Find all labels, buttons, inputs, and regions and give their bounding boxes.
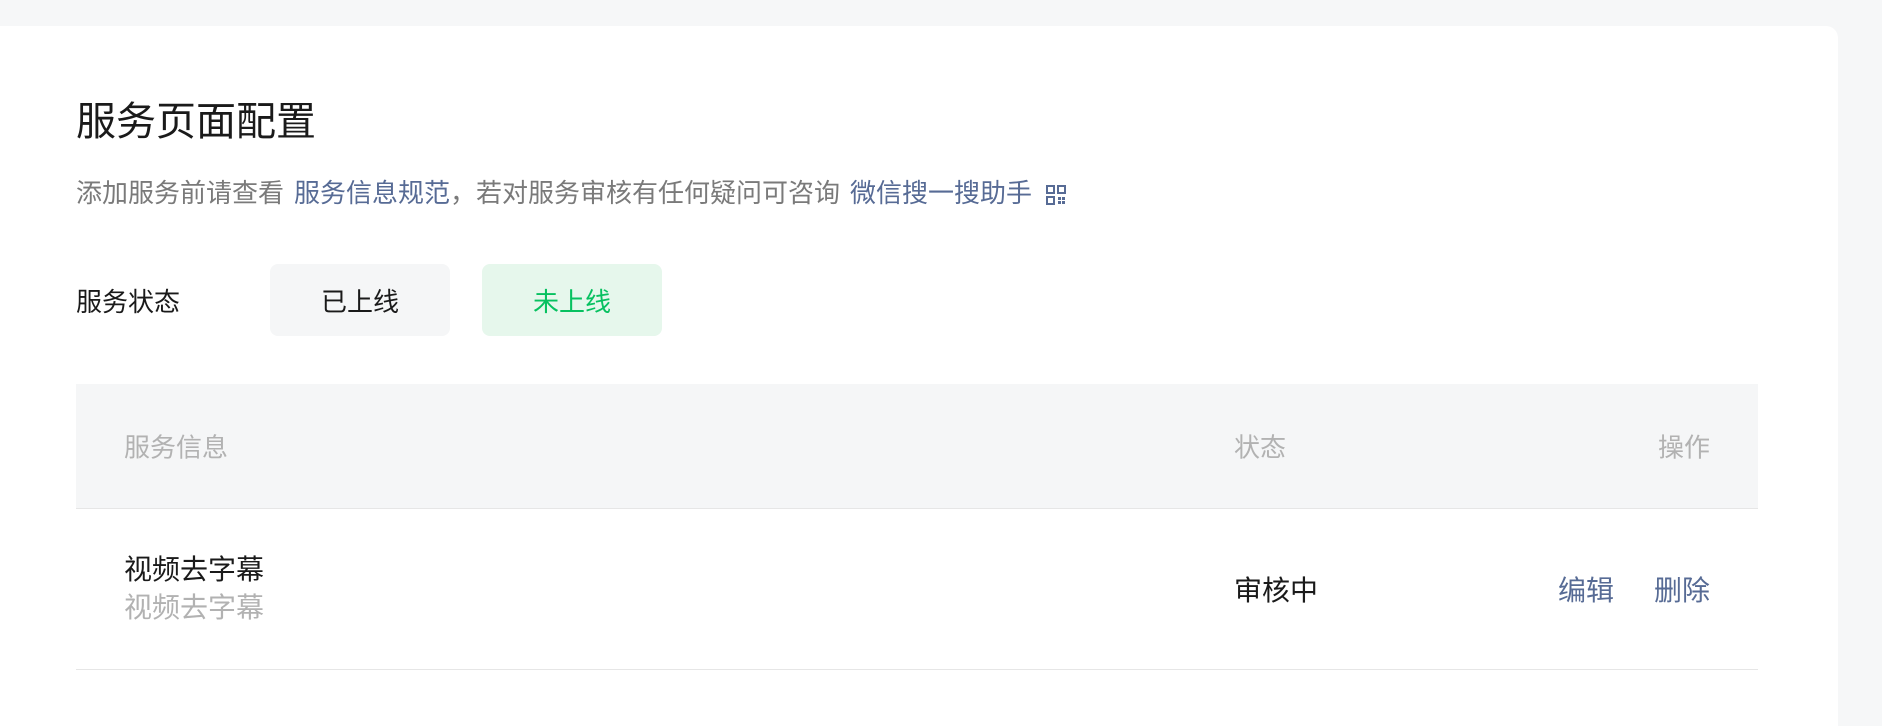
delete-button[interactable]: 删除 <box>1654 569 1710 609</box>
row-actions: 编辑 删除 <box>1558 569 1710 609</box>
table-header: 服务信息 状态 操作 <box>76 384 1758 509</box>
service-name: 视频去字幕 <box>124 553 265 586</box>
search-assistant-link-label: 微信搜一搜助手 <box>850 179 1033 209</box>
edit-button[interactable]: 编辑 <box>1558 569 1614 609</box>
status-offline-button[interactable]: 未上线 <box>482 264 662 336</box>
header-action: 操作 <box>1657 433 1710 464</box>
service-status: 审核中 <box>1234 574 1319 607</box>
service-table: 服务信息 状态 操作 视频去字幕 视频去字幕 审核中 编辑 删除 <box>76 384 1758 670</box>
service-spec-link[interactable]: 服务信息规范 <box>294 176 450 212</box>
search-assistant-link[interactable]: 微信搜一搜助手 <box>850 176 1067 212</box>
header-service-info: 服务信息 <box>124 433 229 464</box>
page-title: 服务页面配置 <box>76 99 316 145</box>
header-status: 状态 <box>1234 433 1287 464</box>
description-prefix: 添加服务前请查看 <box>76 179 285 209</box>
status-filter: 服务状态 已上线 未上线 <box>76 264 694 336</box>
qrcode-icon <box>1046 184 1067 205</box>
status-filter-label: 服务状态 <box>76 287 181 318</box>
service-info-cell: 视频去字幕 视频去字幕 <box>124 551 264 627</box>
description-middle: ，若对服务审核有任何疑问可咨询 <box>450 179 841 209</box>
page-description: 添加服务前请查看 服务信息规范 ，若对服务审核有任何疑问可咨询 微信搜一搜助手 <box>76 176 1067 212</box>
status-online-button[interactable]: 已上线 <box>270 264 450 336</box>
table-row: 视频去字幕 视频去字幕 审核中 编辑 删除 <box>76 509 1758 670</box>
service-subtitle: 视频去字幕 <box>124 591 265 624</box>
